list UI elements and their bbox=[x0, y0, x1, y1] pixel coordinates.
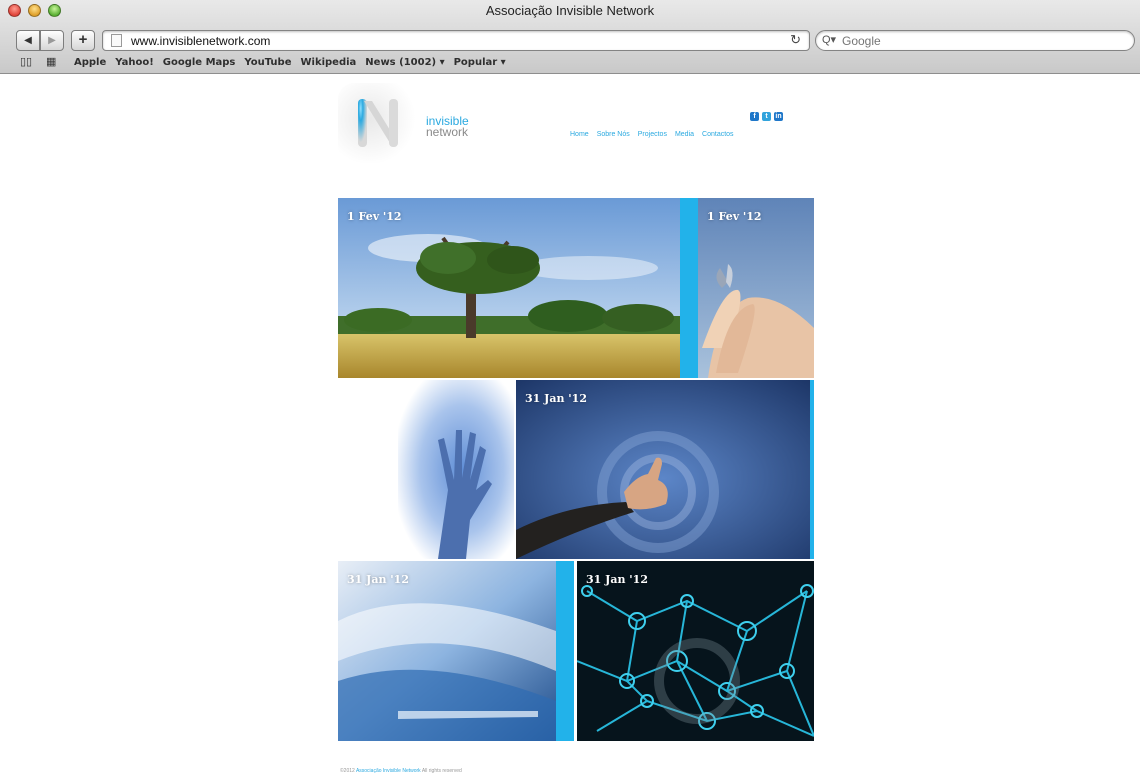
page-footer: ©2012 Associação Invisible Network All r… bbox=[340, 768, 462, 774]
nav-contactos[interactable]: Contactos bbox=[702, 131, 734, 138]
post-tile-glass-hand[interactable] bbox=[338, 380, 514, 559]
bookmark-items: Apple Yahoo! Google Maps YouTube Wikiped… bbox=[74, 57, 515, 68]
search-icon[interactable]: Q▾ bbox=[822, 33, 836, 46]
footer-copyright: ©2012 bbox=[340, 768, 355, 774]
nav-sobre-nos[interactable]: Sobre Nós bbox=[597, 131, 630, 138]
facebook-icon[interactable]: f bbox=[750, 112, 759, 121]
linkedin-icon[interactable]: in bbox=[774, 112, 783, 121]
search-field[interactable]: Q▾ bbox=[815, 30, 1135, 51]
accent-bar bbox=[810, 380, 814, 559]
pointing-image bbox=[516, 380, 810, 559]
nav-projectos[interactable]: Projectos bbox=[638, 131, 667, 138]
browser-chrome: Associação Invisible Network ◀ ▶ + www.i… bbox=[0, 0, 1140, 74]
post-tile-butterfly[interactable]: 1 Fev '12 bbox=[698, 198, 814, 378]
post-date: 31 Jan '12 bbox=[347, 573, 409, 586]
bookmark-youtube[interactable]: YouTube bbox=[244, 57, 291, 68]
accent-bar bbox=[680, 198, 698, 378]
page-icon bbox=[111, 34, 122, 47]
post-date: 1 Fev '12 bbox=[347, 210, 402, 223]
twitter-icon[interactable]: t bbox=[762, 112, 771, 121]
nav-media[interactable]: Media bbox=[675, 131, 694, 138]
footer-link[interactable]: Associação Invisible Network bbox=[356, 768, 421, 774]
window-title: Associação Invisible Network bbox=[485, 3, 655, 18]
post-date: 31 Jan '12 bbox=[586, 573, 648, 586]
reload-icon[interactable]: ↻ bbox=[790, 32, 801, 48]
post-grid: 1 Fev '12 1 Fev '12 31 Jan '12 31 Jan '1… bbox=[338, 198, 814, 741]
address-bar[interactable]: www.invisiblenetwork.com ↻ bbox=[102, 30, 810, 51]
post-date: 1 Fev '12 bbox=[707, 210, 762, 223]
web-page: invisible network f t in Home Sobre Nós … bbox=[0, 75, 1140, 776]
add-bookmark-button[interactable]: + bbox=[71, 30, 95, 51]
tree-image bbox=[338, 198, 680, 378]
window-titlebar: Associação Invisible Network bbox=[0, 0, 1140, 22]
site-logo[interactable] bbox=[338, 83, 418, 163]
bookmark-google-maps[interactable]: Google Maps bbox=[163, 57, 236, 68]
social-links: f t in bbox=[750, 112, 783, 121]
butterfly-image bbox=[698, 198, 814, 378]
post-date: 31 Jan '12 bbox=[525, 392, 587, 405]
footer-rights: All rights reserved bbox=[421, 768, 462, 774]
forward-button[interactable]: ▶ bbox=[40, 30, 64, 51]
post-tile-network[interactable]: 31 Jan '12 bbox=[577, 561, 814, 741]
nav-home[interactable]: Home bbox=[570, 131, 589, 138]
bookmark-wikipedia[interactable]: Wikipedia bbox=[300, 57, 356, 68]
post-tile-pointing[interactable]: 31 Jan '12 bbox=[516, 380, 810, 559]
main-nav: Home Sobre Nós Projectos Media Contactos bbox=[570, 131, 734, 138]
post-tile-tree[interactable]: 1 Fev '12 bbox=[338, 198, 680, 378]
url-text[interactable]: www.invisiblenetwork.com bbox=[131, 34, 270, 48]
reading-list-icon[interactable]: ▯▯ bbox=[20, 55, 32, 68]
bookmarks-bar: ▯▯ ▦ Apple Yahoo! Google Maps YouTube Wi… bbox=[0, 55, 1140, 72]
logo-n-icon bbox=[358, 99, 398, 147]
bookmark-apple[interactable]: Apple bbox=[74, 57, 106, 68]
browser-toolbar: ◀ ▶ + www.invisiblenetwork.com ↻ Q▾ bbox=[0, 30, 1140, 52]
blurred-glass-image bbox=[338, 561, 556, 741]
post-tile-blurred-glass[interactable]: 31 Jan '12 bbox=[338, 561, 556, 741]
glass-hand-image bbox=[338, 380, 514, 559]
bookmark-news[interactable]: News (1002) ▾ bbox=[365, 57, 444, 68]
network-image bbox=[577, 561, 814, 741]
top-sites-icon[interactable]: ▦ bbox=[46, 55, 56, 68]
search-input[interactable] bbox=[842, 32, 1122, 49]
back-button[interactable]: ◀ bbox=[16, 30, 40, 51]
brand-name[interactable]: invisible network bbox=[426, 115, 469, 139]
brand-line-2: network bbox=[426, 125, 469, 139]
accent-bar bbox=[556, 561, 574, 741]
bookmark-yahoo[interactable]: Yahoo! bbox=[115, 57, 154, 68]
bookmark-popular[interactable]: Popular ▾ bbox=[454, 57, 506, 68]
